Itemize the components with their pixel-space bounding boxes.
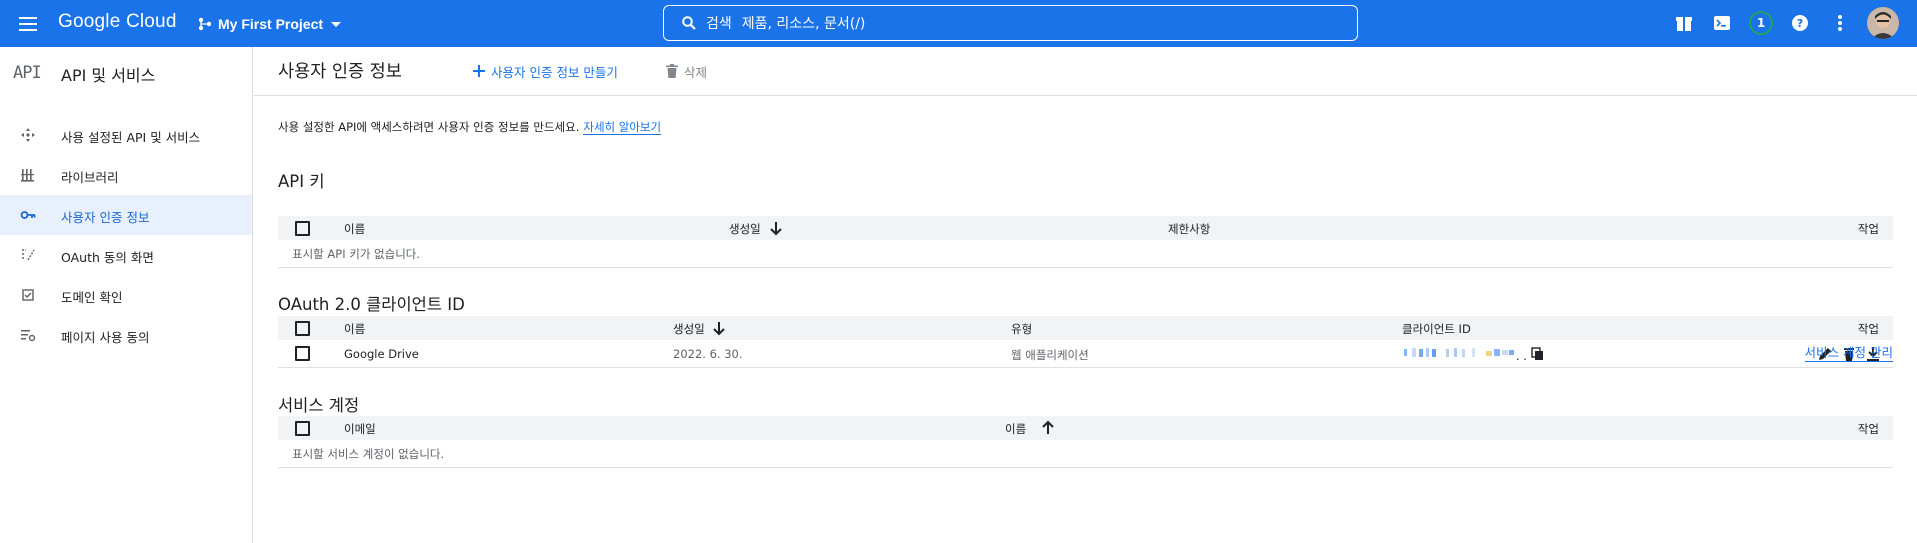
svg-text:?: ?	[1797, 17, 1803, 30]
select-all-checkbox[interactable]	[295, 421, 310, 436]
search-icon	[682, 16, 696, 30]
notification-badge[interactable]: 1	[1749, 11, 1773, 35]
col-created[interactable]: 생성일	[729, 221, 761, 237]
oauth-table: 이름 생성일 유형 클라이언트 ID 작업 Google Drive 2022.…	[278, 316, 1893, 368]
copy-icon[interactable]	[1531, 347, 1545, 361]
search-hint: 제품, 리소스, 문서(/)	[741, 16, 866, 32]
sidebar-title: API 및 서비스	[61, 66, 156, 85]
sidebar-item-label: 사용 설정된 API 및 서비스	[61, 130, 201, 145]
project-name: My First Project	[218, 16, 324, 32]
sidebar-item-label: 도메인 확인	[61, 290, 123, 305]
sidebar-item-label: 사용자 인증 정보	[61, 210, 150, 225]
col-actions: 작업	[1857, 422, 1879, 436]
col-actions: 작업	[1857, 222, 1879, 236]
sidebar-item-credentials[interactable]: 사용자 인증 정보	[0, 195, 252, 235]
client-id-suffix: . .	[1516, 349, 1527, 363]
col-name[interactable]: 이름	[344, 321, 365, 337]
search-box[interactable]: 검색 제품, 리소스, 문서(/)	[663, 5, 1358, 41]
hub-icon	[21, 128, 35, 142]
col-type[interactable]: 유형	[1011, 321, 1032, 337]
intro-sentence: 사용 설정한 API에 액세스하려면 사용자 인증 정보를 만드세요.	[278, 120, 580, 134]
sidebar-item-library[interactable]: 라이브러리	[0, 155, 252, 195]
settings-list-icon	[21, 330, 36, 342]
manage-service-accounts-link[interactable]: 서비스 계정 관리	[1804, 342, 1893, 362]
sidebar-item-domain-verification[interactable]: 도메인 확인	[0, 275, 252, 315]
sidebar-item-label: 라이브러리	[61, 170, 119, 185]
service-accounts-title: 서비스 계정	[278, 396, 360, 415]
client-name[interactable]: Google Drive	[344, 347, 419, 361]
table-header: 이름 생성일 유형 클라이언트 ID 작업	[278, 316, 1893, 340]
sidebar-item-label: 페이지 사용 동의	[61, 330, 150, 345]
main-content: 사용자 인증 정보 사용자 인증 정보 만들기 삭제 사용 설정한 API에 액…	[254, 47, 1917, 543]
cloud-shell-icon[interactable]	[1710, 11, 1734, 35]
client-created: 2022. 6. 30.	[673, 347, 743, 361]
delete-button[interactable]: 삭제	[666, 61, 707, 81]
gift-icon[interactable]	[1672, 11, 1696, 35]
table-header: 이메일 이름 작업	[278, 416, 1893, 440]
col-client-id[interactable]: 클라이언트 ID	[1402, 321, 1471, 337]
sidebar-item-page-usage-agreement[interactable]: 페이지 사용 동의	[0, 315, 252, 355]
select-all-checkbox[interactable]	[295, 221, 310, 236]
project-nodes-icon	[198, 17, 212, 31]
col-email[interactable]: 이메일	[344, 421, 376, 437]
col-created[interactable]: 생성일	[673, 321, 705, 337]
google-cloud-logo[interactable]: Google Cloud	[58, 11, 177, 33]
table-row: 표시할 API 키가 없습니다.	[278, 240, 1893, 268]
empty-message: 표시할 API 키가 없습니다.	[292, 247, 421, 261]
api-logo-icon: API	[13, 63, 42, 83]
col-name[interactable]: 이름	[1005, 421, 1026, 437]
delete-label: 삭제	[684, 64, 708, 80]
sidebar-item-oauth-consent[interactable]: OAuth 동의 화면	[0, 235, 252, 275]
trash-icon	[666, 64, 678, 78]
page-header: 사용자 인증 정보 사용자 인증 정보 만들기 삭제	[254, 47, 1917, 96]
consent-icon	[22, 249, 35, 261]
arrow-down-icon[interactable]	[711, 320, 727, 336]
checkbox-icon	[22, 289, 34, 301]
avatar[interactable]	[1867, 7, 1899, 39]
library-icon	[21, 169, 34, 182]
empty-message: 표시할 서비스 계정이 없습니다.	[292, 447, 445, 461]
client-type: 웹 애플리케이션	[1011, 348, 1089, 362]
oauth-title: OAuth 2.0 클라이언트 ID	[278, 295, 465, 314]
sidebar-item-label: OAuth 동의 화면	[61, 250, 154, 265]
api-keys-table: 이름 생성일 제한사항 작업 표시할 API 키가 없습니다.	[278, 216, 1893, 268]
select-all-checkbox[interactable]	[295, 321, 310, 336]
api-keys-title: API 키	[278, 172, 325, 191]
row-checkbox[interactable]	[295, 346, 310, 361]
table-header: 이름 생성일 제한사항 작업	[278, 216, 1893, 240]
intro-text: 사용 설정한 API에 액세스하려면 사용자 인증 정보를 만드세요. 자세히 알…	[278, 119, 662, 135]
menu-icon[interactable]	[16, 12, 40, 36]
arrow-down-icon[interactable]	[768, 220, 784, 236]
key-icon	[20, 211, 36, 219]
sidebar-item-enabled-apis[interactable]: 사용 설정된 API 및 서비스	[0, 115, 252, 155]
arrow-up-icon[interactable]	[1040, 420, 1056, 436]
create-credentials-button[interactable]: 사용자 인증 정보 만들기	[473, 61, 618, 81]
sidebar: API API 및 서비스 사용 설정된 API 및 서비스 라이브러리 사용자…	[0, 47, 253, 543]
help-icon[interactable]: ?	[1788, 11, 1812, 35]
project-picker[interactable]: My First Project	[198, 12, 342, 36]
create-credentials-label: 사용자 인증 정보 만들기	[491, 64, 618, 80]
col-actions: 작업	[1857, 322, 1879, 336]
caret-down-icon	[331, 21, 342, 27]
learn-more-link[interactable]: 자세히 알아보기	[583, 120, 662, 135]
table-row: Google Drive 2022. 6. 30. 웹 애플리케이션 . .	[278, 340, 1893, 368]
col-restrictions[interactable]: 제한사항	[1168, 221, 1210, 237]
search-label: 검색	[706, 16, 732, 32]
page-title: 사용자 인증 정보	[278, 62, 402, 82]
col-name[interactable]: 이름	[344, 221, 365, 237]
table-row: 표시할 서비스 계정이 없습니다.	[278, 440, 1893, 468]
service-accounts-table: 이메일 이름 작업 표시할 서비스 계정이 없습니다.	[278, 416, 1893, 468]
more-vert-icon[interactable]	[1828, 11, 1852, 35]
top-app-bar: Google Cloud My First Project 검색 제품, 리소스…	[0, 0, 1917, 47]
plus-icon	[473, 65, 485, 77]
